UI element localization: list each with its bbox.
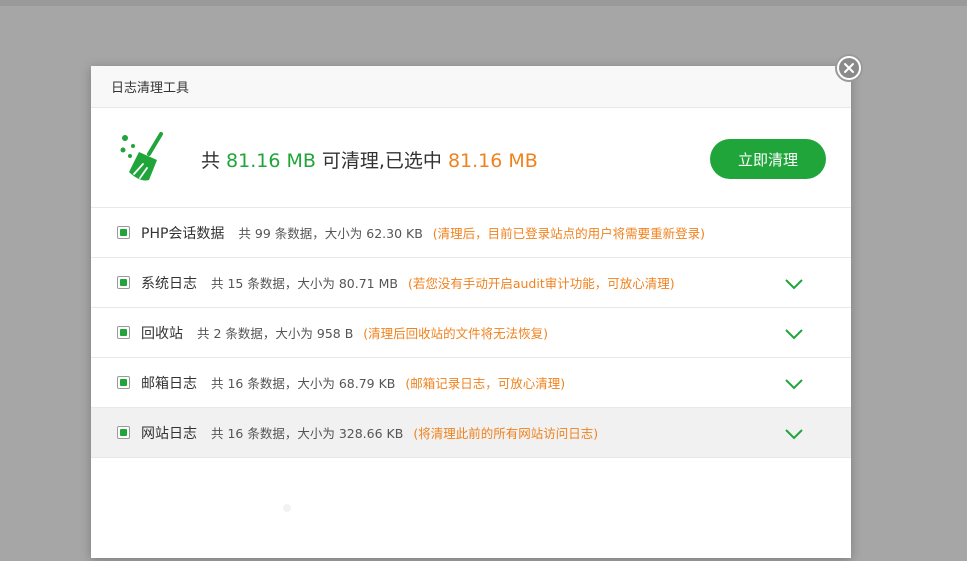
selected-size: 81.16 MB [447,150,538,172]
close-dialog-button[interactable] [835,54,863,82]
chevron-down-icon[interactable] [784,377,804,391]
list-item-recycle-bin: 回收站 共 2 条数据，大小为 958 B (清理后回收站的文件将无法恢复) [91,308,851,358]
page-top-strip [0,0,967,6]
item-info: 共 16 条数据，大小为 328.66 KB [211,426,404,441]
broom-icon [120,132,163,181]
close-icon [839,58,859,78]
recycle-bin-checkbox[interactable] [117,326,130,339]
log-category-list: PHP会话数据 共 99 条数据，大小为 62.30 KB (清理后，目前已登录… [91,208,851,458]
item-name: 邮箱日志 [141,375,197,392]
item-name: 网站日志 [141,425,197,442]
checkbox-checked-mark [120,279,127,286]
cleanup-summary: 共 81.16 MB 可清理,已选中 81.16 MB 立即清理 [91,108,851,208]
checkbox-checked-mark [120,329,127,336]
item-note: (邮箱记录日志，可放心清理) [405,376,566,391]
item-note: (若您没有手动开启audit审计功能，可放心清理) [407,276,675,291]
log-cleanup-dialog: 日志清理工具 共 81.16 MB 可清理,已选中 81.16 MB 立即清理 … [91,66,851,558]
list-item-site-logs: 网站日志 共 16 条数据，大小为 328.66 KB (将清理此前的所有网站访… [91,408,851,458]
chevron-down-icon[interactable] [784,427,804,441]
checkbox-checked-mark [120,429,127,436]
dialog-header: 日志清理工具 [91,66,851,108]
list-item-php-sessions: PHP会话数据 共 99 条数据，大小为 62.30 KB (清理后，目前已登录… [91,208,851,258]
dialog-title: 日志清理工具 [111,81,190,96]
clean-now-button[interactable]: 立即清理 [710,139,826,179]
item-note: (清理后回收站的文件将无法恢复) [363,326,549,341]
total-size: 81.16 MB [226,150,316,172]
list-item-system-logs: 系统日志 共 15 条数据，大小为 80.71 MB (若您没有手动开启audi… [91,258,851,308]
mail-logs-checkbox[interactable] [117,376,130,389]
item-info: 共 16 条数据，大小为 68.79 KB [211,376,396,391]
item-note: (将清理此前的所有网站访问日志) [413,426,599,441]
chevron-down-icon[interactable] [784,277,804,291]
item-name: 系统日志 [141,275,197,292]
php-sessions-checkbox[interactable] [117,226,130,239]
summary-prefix: 共 [201,150,221,172]
site-logs-checkbox[interactable] [117,426,130,439]
item-info: 共 2 条数据，大小为 958 B [197,326,354,341]
item-name: 回收站 [141,325,183,342]
decorative-dot [283,504,291,512]
summary-text: 共 81.16 MB 可清理,已选中 81.16 MB [201,146,538,173]
item-info: 共 15 条数据，大小为 80.71 MB [211,276,398,291]
list-item-mail-logs: 邮箱日志 共 16 条数据，大小为 68.79 KB (邮箱记录日志，可放心清理… [91,358,851,408]
item-note: (清理后，目前已登录站点的用户将需要重新登录) [432,226,706,241]
item-name: PHP会话数据 [141,225,225,242]
checkbox-checked-mark [120,229,127,236]
checkbox-checked-mark [120,379,127,386]
system-logs-checkbox[interactable] [117,276,130,289]
summary-middle: 可清理,已选中 [321,150,442,172]
chevron-down-icon[interactable] [784,327,804,341]
item-info: 共 99 条数据，大小为 62.30 KB [238,226,423,241]
